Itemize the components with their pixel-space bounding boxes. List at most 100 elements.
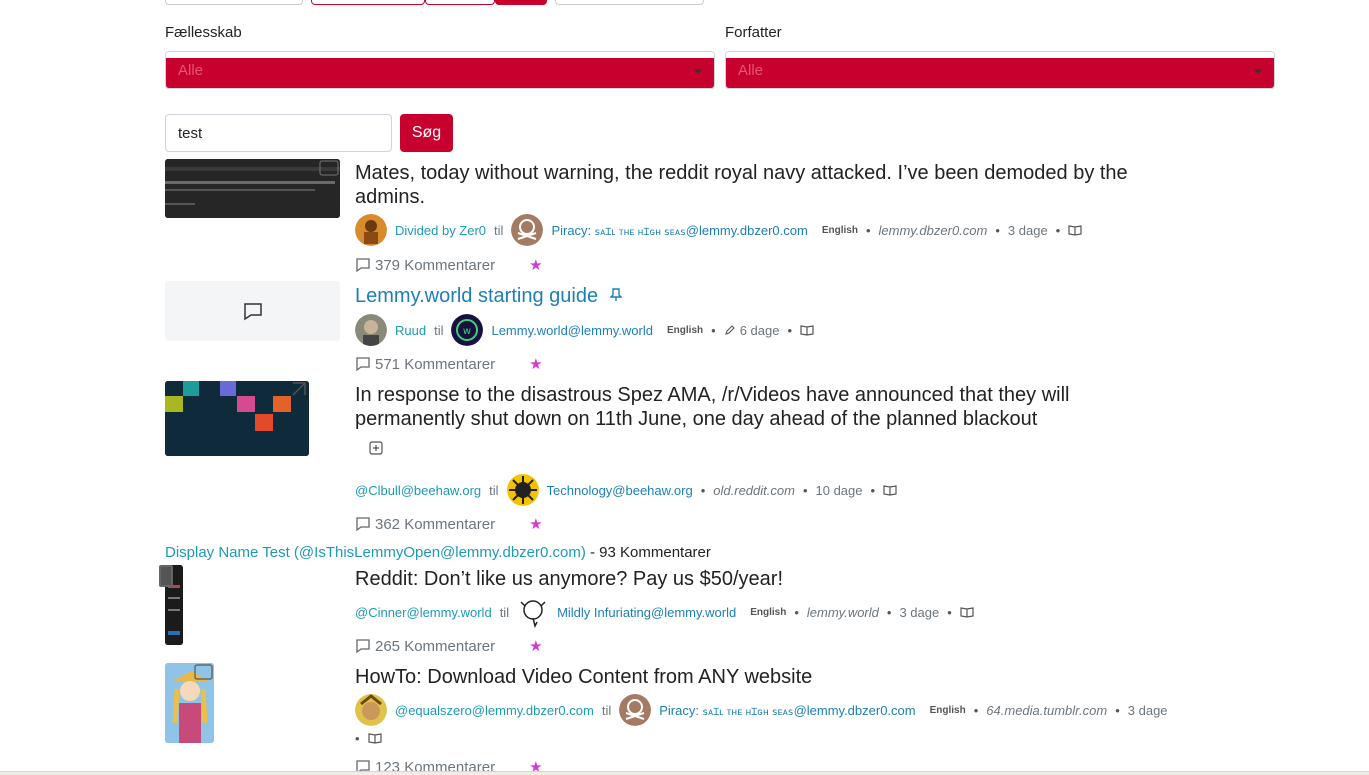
post-domain[interactable]: lemmy.dbzer0.com <box>879 223 988 238</box>
sort-button-2[interactable] <box>425 0 495 5</box>
post-thumbnail[interactable] <box>165 381 309 456</box>
post-age: 10 dage <box>815 482 863 498</box>
book-open-icon[interactable] <box>367 731 382 745</box>
community-select[interactable]: Alle <box>165 51 715 89</box>
author-select-bar <box>726 58 1274 88</box>
star-icon[interactable]: ★ <box>529 515 542 533</box>
post-thumbnail[interactable] <box>165 159 340 218</box>
separator: • <box>700 482 706 498</box>
post-title[interactable]: Mates, today without warning, the reddit… <box>355 161 1155 209</box>
post-meta: @Cinner@lemmy.world til Mildly Infuriati… <box>355 595 974 629</box>
post-domain[interactable]: old.reddit.com <box>713 483 795 498</box>
book-open-icon[interactable] <box>800 323 814 337</box>
crosspost-link[interactable]: Display Name Test (@IsThisLemmyOpen@lemm… <box>165 544 586 561</box>
author-select-value: Alle <box>738 62 764 79</box>
community-avatar[interactable] <box>511 214 544 246</box>
language-badge: English <box>667 324 704 336</box>
author-link[interactable]: Ruud <box>395 323 426 338</box>
separator: • <box>995 222 1000 238</box>
window-bottom-edge <box>0 771 1369 775</box>
book-open-icon[interactable] <box>883 483 897 497</box>
community-avatar[interactable] <box>506 474 539 506</box>
community-link[interactable]: Piracy: ꜱᴀɪʟ ᴛʜᴇ ʜɪɢʜ ꜱᴇᴀꜱ@lemmy.dbzer0.… <box>659 703 915 718</box>
post-title[interactable]: Lemmy.world starting guide <box>355 284 623 308</box>
comment-icon <box>244 303 262 321</box>
community-tagline: ꜱᴀɪʟ ᴛʜᴇ ʜɪɢʜ ꜱᴇᴀꜱ <box>594 226 686 238</box>
author-link[interactable]: @Cinner@lemmy.world <box>355 605 492 620</box>
post-domain[interactable]: lemmy.world <box>807 605 879 620</box>
community-link[interactable]: Technology@beehaw.org <box>547 483 693 498</box>
separator: • <box>870 482 876 498</box>
comments-link[interactable]: 379 Kommentarer <box>375 257 495 274</box>
avatar[interactable] <box>355 314 387 346</box>
community-avatar[interactable] <box>517 596 549 628</box>
separator: • <box>711 322 716 338</box>
author-link[interactable]: @Clbull@beehaw.org <box>355 483 481 498</box>
community-avatar[interactable]: w <box>451 314 484 346</box>
language-badge: English <box>929 704 966 716</box>
community-avatar[interactable] <box>619 694 652 726</box>
avatar[interactable] <box>355 214 387 246</box>
search-input[interactable] <box>165 114 392 152</box>
community-link[interactable]: Mildly Infuriating@lemmy.world <box>557 605 736 620</box>
author-filter-label: Forfatter <box>725 24 782 41</box>
til-label: til <box>494 222 504 238</box>
sort-button-1[interactable] <box>311 0 425 5</box>
post-thumbnail[interactable] <box>165 663 214 743</box>
comments-link[interactable]: 265 Kommentarer <box>375 638 495 655</box>
star-icon[interactable]: ★ <box>529 637 542 655</box>
thumbnail-image <box>165 159 340 218</box>
comment-icon <box>356 258 370 273</box>
post-meta: Divided by Zer0 til Piracy: ꜱᴀɪʟ ᴛʜᴇ ʜɪɢ… <box>355 213 1082 247</box>
comment-icon <box>356 639 370 654</box>
community-tagline: ꜱᴀɪʟ ᴛʜᴇ ʜɪɢʜ ꜱᴇᴀꜱ <box>702 706 794 718</box>
community-link[interactable]: Piracy: ꜱᴀɪʟ ᴛʜᴇ ʜɪɢʜ ꜱᴇᴀꜱ@lemmy.dbzer0.… <box>551 223 807 238</box>
listing-type-button[interactable] <box>165 0 303 5</box>
search-button[interactable]: Søg <box>400 114 453 152</box>
language-badge: English <box>750 606 787 618</box>
community-name: Piracy: <box>659 702 703 718</box>
star-icon[interactable]: ★ <box>529 256 542 274</box>
chevron-down-icon <box>694 69 702 74</box>
post-age: 6 dage <box>739 322 780 338</box>
community-link[interactable]: Lemmy.world@lemmy.world <box>491 323 653 338</box>
pin-icon <box>608 288 623 301</box>
post-actions: 265 Kommentarer ★ <box>355 635 543 657</box>
thumbnail-image <box>165 381 309 456</box>
language-badge: English <box>821 224 858 236</box>
author-link[interactable]: Divided by Zer0 <box>395 223 486 238</box>
separator: • <box>947 604 952 620</box>
separator: • <box>355 730 360 746</box>
post-age: 3 dage <box>899 604 940 620</box>
post-title[interactable]: In response to the disastrous Spez AMA, … <box>355 383 1155 431</box>
crosspost-comments: - 93 Kommentarer <box>585 544 711 561</box>
pencil-icon <box>724 325 735 335</box>
post-title[interactable]: Reddit: Don’t like us anymore? Pay us $5… <box>355 567 783 591</box>
plus-square-icon[interactable] <box>369 441 383 455</box>
til-label: til <box>489 482 499 498</box>
chevron-down-icon <box>1254 69 1262 74</box>
separator: • <box>1055 222 1061 238</box>
book-open-icon[interactable] <box>960 605 974 619</box>
separator: • <box>886 604 892 620</box>
separator: • <box>787 322 793 338</box>
comment-icon <box>356 517 370 532</box>
post-domain[interactable]: 64.media.tumblr.com <box>986 703 1107 718</box>
star-icon[interactable]: ★ <box>529 355 542 373</box>
til-label: til <box>434 322 444 338</box>
post-actions: 571 Kommentarer ★ <box>355 353 543 375</box>
post-age: 3 dage <box>1127 702 1168 718</box>
comments-link[interactable]: 571 Kommentarer <box>375 356 495 373</box>
post-age: 3 dage <box>1007 222 1048 238</box>
book-open-icon[interactable] <box>1068 223 1082 237</box>
sort-button-active[interactable] <box>495 0 547 5</box>
author-link[interactable]: @equalszero@lemmy.dbzer0.com <box>395 703 594 718</box>
comments-link[interactable]: 362 Kommentarer <box>375 516 495 533</box>
post-title[interactable]: HowTo: Download Video Content from ANY w… <box>355 665 812 689</box>
separator: • <box>1115 702 1120 718</box>
type-button[interactable] <box>555 0 704 5</box>
author-select[interactable]: Alle <box>725 51 1275 89</box>
post-thumbnail[interactable] <box>165 281 340 341</box>
crosspost-line: Display Name Test (@IsThisLemmyOpen@lemm… <box>165 544 711 561</box>
thumbnail-image <box>165 663 214 743</box>
